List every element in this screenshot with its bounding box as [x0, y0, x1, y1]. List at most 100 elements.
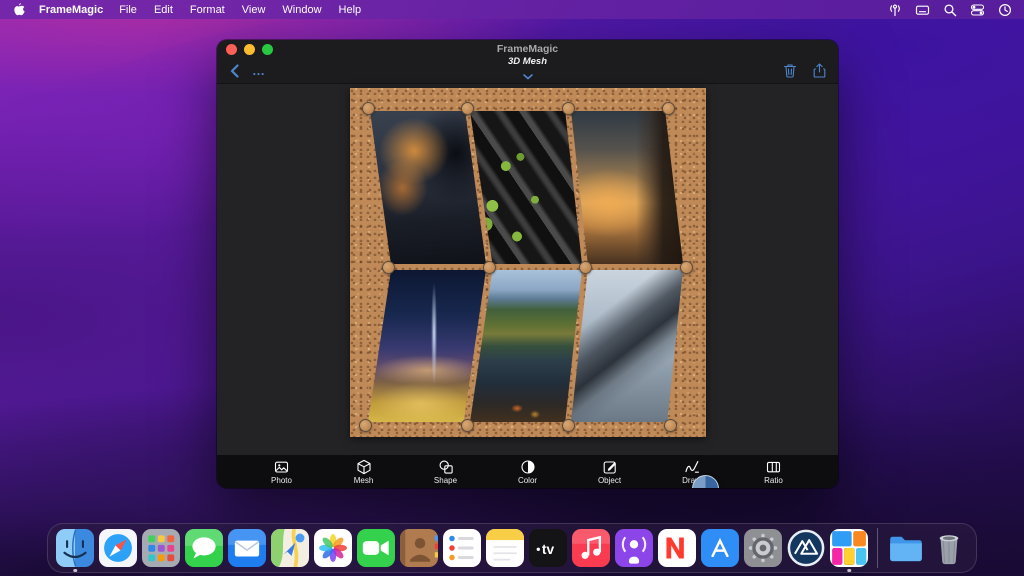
dock-item-mail[interactable] — [228, 529, 266, 567]
menu-bar-items: File Edit Format View Window Help — [119, 4, 361, 16]
mountain-app-icon — [787, 529, 825, 567]
mesh-handle-10[interactable] — [461, 419, 474, 432]
dock-item-finder[interactable] — [56, 529, 94, 567]
trash-icon[interactable] — [783, 63, 797, 78]
framemagic-window: FrameMagic … 3D Mesh PhotoMeshShapeC — [217, 40, 838, 488]
window-toolbar: … 3D Mesh — [217, 58, 838, 84]
dock-item-reminders[interactable] — [443, 529, 481, 567]
tool-tab-ratio[interactable]: Ratio — [749, 459, 798, 485]
messages-icon — [185, 529, 223, 567]
collage-photo-p2[interactable] — [470, 111, 582, 264]
menu-item-view[interactable]: View — [242, 4, 266, 16]
framemagic-icon — [830, 529, 868, 567]
trash-icon — [930, 529, 968, 567]
minimize-button[interactable] — [244, 44, 255, 55]
tool-label-ratio: Ratio — [764, 476, 783, 485]
dock-item-podcasts[interactable] — [615, 529, 653, 567]
menu-item-help[interactable]: Help — [339, 4, 362, 16]
dock-item-launchpad[interactable] — [142, 529, 180, 567]
collage-photo-p6[interactable] — [571, 270, 683, 422]
dock-item-notes[interactable] — [486, 529, 524, 567]
reminders-icon — [443, 529, 481, 567]
menu-bar: FrameMagic File Edit Format View Window Help — [0, 0, 1024, 19]
menu-item-edit[interactable]: Edit — [154, 4, 173, 16]
clock-icon[interactable] — [998, 3, 1012, 17]
tool-tab-color[interactable]: Color — [503, 459, 552, 485]
tool-tab-shape[interactable]: Shape — [421, 459, 470, 485]
dock-item-tv[interactable]: tv — [529, 529, 567, 567]
tool-tab-mesh[interactable]: Mesh — [339, 459, 388, 485]
svg-text:tv: tv — [542, 542, 555, 557]
dock-item-maps[interactable] — [271, 529, 309, 567]
dock-item-mountain-app[interactable] — [787, 529, 825, 567]
maps-icon — [271, 529, 309, 567]
mesh-handle-12[interactable] — [664, 419, 677, 432]
display-icon[interactable] — [915, 3, 930, 17]
dock-item-news[interactable] — [658, 529, 696, 567]
mesh-handle-4[interactable] — [662, 102, 675, 115]
wireless-transfer-icon[interactable] — [888, 3, 902, 17]
collage-photo-p3[interactable] — [571, 111, 683, 264]
mail-icon — [228, 529, 266, 567]
tool-label-shape: Shape — [434, 476, 457, 485]
traffic-lights — [226, 44, 273, 55]
apple-menu-icon[interactable] — [12, 3, 25, 17]
dock: tv — [47, 523, 977, 573]
notes-icon — [486, 529, 524, 567]
layout-mode-label: 3D Mesh — [217, 57, 838, 67]
system-preferences-icon — [744, 529, 782, 567]
collage-photo-p4[interactable] — [368, 270, 486, 422]
dock-item-trash[interactable] — [930, 529, 968, 567]
mesh-handle-11[interactable] — [562, 419, 575, 432]
dock-item-system-preferences[interactable] — [744, 529, 782, 567]
zoom-button[interactable] — [262, 44, 273, 55]
dock-item-messages[interactable] — [185, 529, 223, 567]
spotlight-search-icon[interactable] — [943, 3, 957, 17]
dock-item-downloads-folder[interactable] — [887, 529, 925, 567]
mesh-handle-2[interactable] — [461, 102, 474, 115]
share-icon[interactable] — [813, 63, 826, 78]
cork-board-collage[interactable] — [350, 88, 706, 437]
menu-item-window[interactable]: Window — [282, 4, 321, 16]
dock-item-app-store[interactable] — [701, 529, 739, 567]
tool-tab-object[interactable]: Object — [585, 459, 634, 485]
control-center-icon[interactable] — [970, 3, 985, 17]
dock-item-contacts[interactable] — [400, 529, 438, 567]
menubar-app-name[interactable]: FrameMagic — [39, 4, 103, 16]
dock-item-music[interactable] — [572, 529, 610, 567]
tv-icon: tv — [529, 529, 567, 567]
mesh-handle-6[interactable] — [483, 261, 496, 274]
layout-mode-selector[interactable]: 3D Mesh — [217, 57, 838, 85]
collage-photo-p1[interactable] — [370, 111, 486, 264]
back-button[interactable] — [229, 64, 240, 78]
photos-icon — [314, 529, 352, 567]
collage-photo-p5[interactable] — [470, 270, 582, 422]
music-icon — [572, 529, 610, 567]
finder-icon — [56, 529, 94, 567]
app-store-icon — [701, 529, 739, 567]
window-titlebar[interactable]: FrameMagic — [217, 40, 838, 58]
mesh-handle-1[interactable] — [362, 102, 375, 115]
dock-item-safari[interactable] — [99, 529, 137, 567]
launchpad-icon — [142, 529, 180, 567]
running-indicator — [73, 569, 77, 573]
mesh-handle-9[interactable] — [359, 419, 372, 432]
close-button[interactable] — [226, 44, 237, 55]
editor-canvas — [217, 84, 838, 455]
dock-item-photos[interactable] — [314, 529, 352, 567]
mesh-handle-8[interactable] — [680, 261, 693, 274]
more-button[interactable]: … — [252, 63, 265, 78]
tool-tabbar: PhotoMeshShapeColorObjectDrawRatio — [217, 455, 838, 488]
dock-item-framemagic[interactable] — [830, 529, 868, 567]
mesh-handle-3[interactable] — [562, 102, 575, 115]
tool-tab-photo[interactable]: Photo — [257, 459, 306, 485]
mesh-handle-7[interactable] — [579, 261, 592, 274]
dock-item-facetime[interactable] — [357, 529, 395, 567]
facetime-icon — [357, 529, 395, 567]
mesh-handle-5[interactable] — [382, 261, 395, 274]
news-icon — [658, 529, 696, 567]
tool-label-mesh: Mesh — [354, 476, 374, 485]
menu-item-format[interactable]: Format — [190, 4, 225, 16]
menubar-status-icons — [888, 3, 1012, 17]
menu-item-file[interactable]: File — [119, 4, 137, 16]
